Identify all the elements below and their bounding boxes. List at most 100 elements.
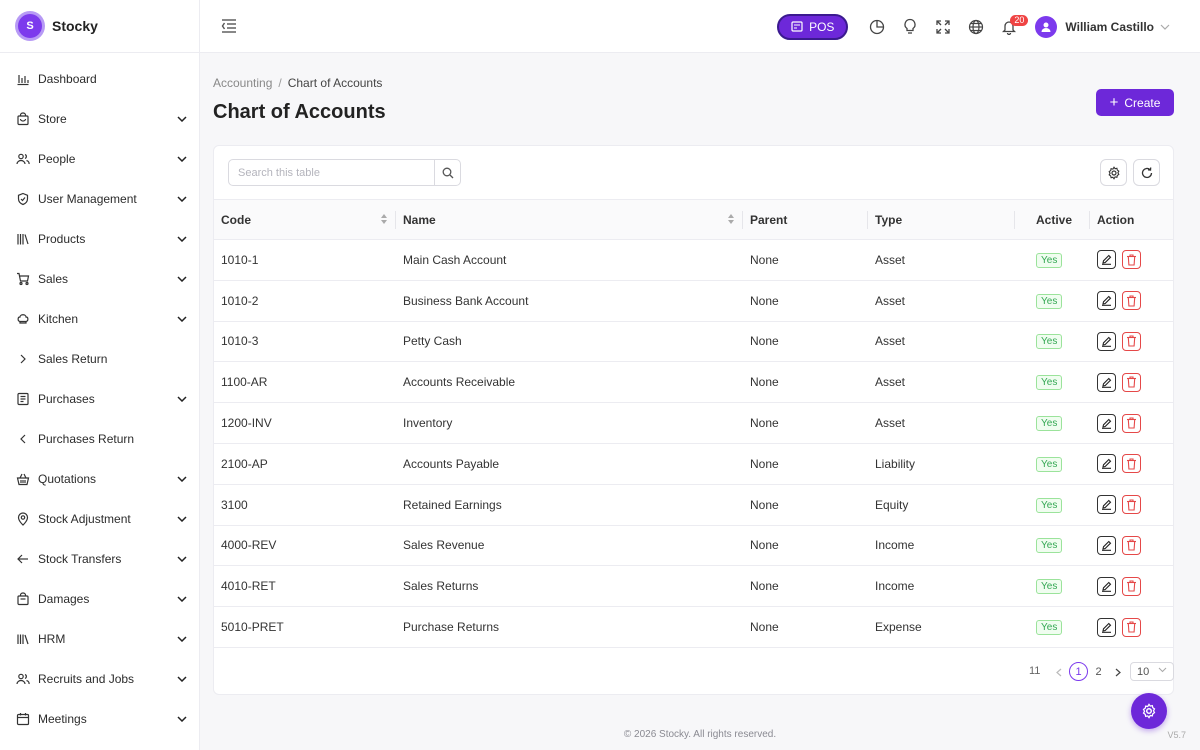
edit-icon[interactable]	[1097, 535, 1116, 555]
sidebar-item-label: User Management	[38, 192, 137, 206]
delete-icon[interactable]	[1122, 495, 1141, 515]
edit-icon[interactable]	[1097, 372, 1116, 392]
cell-code: 2100-AP	[221, 456, 268, 471]
sidebar-item-sales-return[interactable]: Sales Return	[0, 339, 199, 379]
sidebar-item-recruits-and-jobs[interactable]: Recruits and Jobs	[0, 659, 199, 699]
sidebar-item-stock-transfers[interactable]: Stock Transfers	[0, 539, 199, 579]
fullscreen-icon[interactable]	[926, 12, 959, 42]
active-badge: Yes	[1036, 620, 1063, 636]
sort-icon[interactable]	[727, 213, 735, 225]
delete-icon[interactable]	[1122, 413, 1141, 433]
user-menu[interactable]: William Castillo	[1035, 15, 1170, 38]
search-input[interactable]	[229, 160, 434, 185]
delete-icon[interactable]	[1122, 454, 1141, 474]
accounts-table-card: Code Name Parent Type Active Action 1010…	[213, 145, 1174, 695]
lightbulb-icon[interactable]	[893, 12, 926, 42]
sidebar-item-products[interactable]: Products	[0, 219, 199, 259]
sidebar-item-kitchen[interactable]: Kitchen	[0, 299, 199, 339]
page-size-select[interactable]: 10	[1130, 662, 1174, 681]
sidebar-item-marketing[interactable]: Marketing	[0, 739, 199, 750]
edit-icon[interactable]	[1097, 617, 1116, 637]
chevron-down-icon	[177, 674, 187, 684]
edit-icon[interactable]	[1097, 250, 1116, 270]
column-label: Parent	[750, 212, 788, 227]
edit-icon[interactable]	[1097, 413, 1116, 433]
chevron-down-icon	[177, 194, 187, 204]
globe-icon[interactable]	[959, 12, 992, 42]
sidebar-item-damages[interactable]: Damages	[0, 579, 199, 619]
column-label: Type	[875, 212, 903, 227]
books-icon	[16, 232, 30, 246]
active-badge: Yes	[1036, 252, 1063, 268]
breadcrumb-parent[interactable]: Accounting	[213, 76, 272, 90]
cell-type: Income	[875, 538, 915, 553]
cell-action	[1090, 525, 1173, 566]
customizer-gear-icon[interactable]	[1131, 693, 1167, 729]
sidebar-item-store[interactable]: Store	[0, 99, 199, 139]
pos-register-icon	[791, 21, 803, 32]
delete-icon[interactable]	[1122, 372, 1141, 392]
sidebar-item-meetings[interactable]: Meetings	[0, 699, 199, 739]
active-badge: Yes	[1036, 416, 1063, 432]
sidebar-item-hrm[interactable]: HRM	[0, 619, 199, 659]
cell-code: 4000-REV	[221, 538, 277, 553]
footer-copyright: © 2026 Stocky. All rights reserved.	[623, 729, 777, 740]
chevron-down-icon	[177, 234, 187, 244]
edit-icon[interactable]	[1097, 576, 1116, 596]
page-1-button[interactable]: 1	[1069, 662, 1088, 681]
menu-toggle-icon[interactable]	[220, 17, 238, 35]
edit-icon[interactable]	[1097, 495, 1116, 515]
chevron-right-icon[interactable]	[1111, 664, 1125, 680]
cell-active: Yes	[1015, 484, 1090, 525]
create-button[interactable]: + Create	[1096, 89, 1174, 116]
page-2-button[interactable]: 2	[1089, 662, 1108, 681]
sidebar-item-label: Stock Adjustment	[38, 512, 131, 526]
chevron-right-icon	[16, 352, 30, 366]
pos-button[interactable]: POS	[777, 13, 849, 40]
delete-icon[interactable]	[1122, 617, 1141, 637]
edit-icon[interactable]	[1097, 454, 1116, 474]
sidebar-item-stock-adjustment[interactable]: Stock Adjustment	[0, 499, 199, 539]
cell-code: 1010-2	[221, 293, 259, 308]
refresh-icon[interactable]	[1133, 159, 1160, 186]
sidebar-item-dashboard[interactable]: Dashboard	[0, 59, 199, 99]
notification-bell-icon[interactable]: 20	[992, 12, 1029, 42]
column-header-name[interactable]: Name	[396, 200, 743, 240]
pie-chart-icon[interactable]	[860, 12, 893, 42]
delete-icon[interactable]	[1122, 535, 1141, 555]
sidebar-item-user-management[interactable]: User Management	[0, 179, 199, 219]
sidebar: S Stocky Dashboard Store People User Manage…	[0, 0, 200, 750]
delete-icon[interactable]	[1122, 576, 1141, 596]
column-header-code[interactable]: Code	[214, 200, 396, 240]
sidebar-item-purchases[interactable]: Purchases	[0, 379, 199, 419]
active-badge: Yes	[1036, 579, 1063, 595]
page-title: Chart of Accounts	[213, 101, 386, 123]
chevron-down-icon	[177, 154, 187, 164]
edit-icon[interactable]	[1097, 331, 1116, 351]
edit-icon[interactable]	[1097, 291, 1116, 311]
receipt-icon	[16, 392, 30, 406]
sidebar-item-people[interactable]: People	[0, 139, 199, 179]
delete-icon[interactable]	[1122, 331, 1141, 351]
delete-icon[interactable]	[1122, 291, 1141, 311]
location-pin-icon	[16, 512, 30, 526]
library-icon	[16, 632, 30, 646]
sidebar-item-label: Kitchen	[38, 312, 79, 326]
sidebar-item-quotations[interactable]: Quotations	[0, 459, 199, 499]
column-label: Code	[221, 212, 251, 227]
cart-icon	[16, 272, 30, 286]
breadcrumb: Accounting / Chart of Accounts	[213, 76, 382, 90]
brand[interactable]: S Stocky	[0, 0, 199, 53]
settings-gear-icon[interactable]	[1100, 159, 1127, 186]
cell-type: Expense	[875, 620, 922, 635]
delete-icon[interactable]	[1122, 250, 1141, 270]
sidebar-item-label: People	[38, 152, 76, 166]
sidebar-item-sales[interactable]: Sales	[0, 259, 199, 299]
cell-parent: None	[750, 252, 779, 267]
people-icon	[16, 672, 30, 686]
search-icon[interactable]	[434, 160, 460, 185]
sort-icon[interactable]	[380, 213, 388, 225]
chevron-left-icon[interactable]	[1052, 664, 1066, 680]
sidebar-item-purchases-return[interactable]: Purchases Return	[0, 419, 199, 459]
cell-active: Yes	[1015, 321, 1090, 362]
